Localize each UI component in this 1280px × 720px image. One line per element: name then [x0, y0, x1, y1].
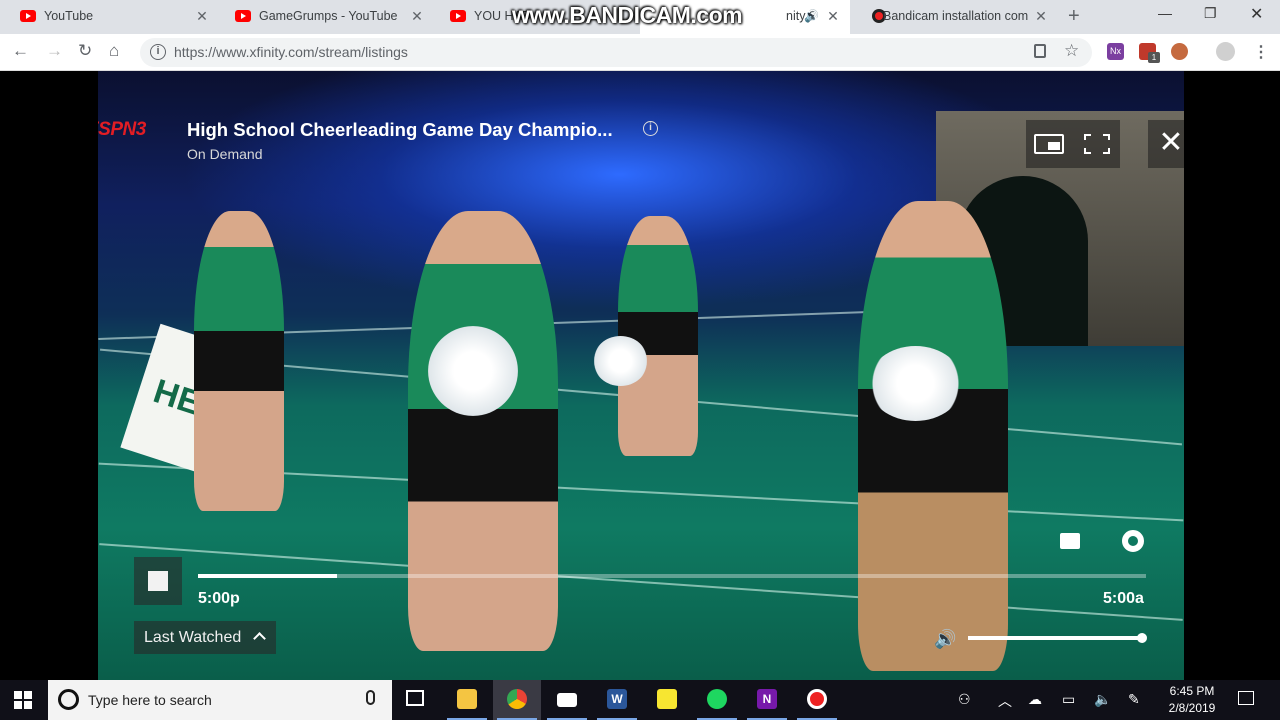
task-view-icon[interactable] — [406, 690, 424, 706]
seek-bar[interactable] — [198, 574, 1146, 578]
seek-progress — [198, 574, 338, 578]
tab-title: GameGrumps - YouTube — [259, 9, 398, 23]
windows-start-icon[interactable] — [14, 691, 32, 709]
taskbar-search-box[interactable]: Type here to search — [48, 680, 392, 720]
new-tab-button[interactable]: + — [1068, 5, 1080, 28]
microphone-icon[interactable] — [366, 690, 375, 705]
taskbar-word[interactable]: W — [593, 680, 641, 720]
extension-icon[interactable]: 1 — [1139, 43, 1160, 63]
close-icon[interactable]: ✕ — [409, 8, 425, 25]
chevron-up-icon — [253, 632, 266, 645]
youtube-icon — [20, 10, 36, 22]
volume-slider[interactable] — [968, 633, 1147, 643]
site-info-icon[interactable]: i — [150, 44, 166, 60]
address-bar[interactable]: i https://www.xfinity.com/stream/listing… — [140, 38, 1092, 67]
onedrive-cloud-icon[interactable]: ☁ — [1028, 691, 1042, 708]
minimize-button[interactable]: — — [1158, 5, 1172, 21]
blocked-popup-icon[interactable] — [1034, 44, 1046, 58]
mail-icon — [557, 693, 577, 707]
people-icon[interactable]: ⚇ — [958, 691, 971, 708]
folder-icon — [457, 689, 477, 709]
tab-bandicam[interactable]: Bandicam installation comp ✕ — [850, 0, 1060, 34]
tab-title: YouTube — [44, 9, 94, 23]
sticky-notes-icon — [657, 689, 677, 709]
volume-knob[interactable] — [1137, 633, 1147, 643]
cortana-icon — [58, 689, 79, 710]
info-icon[interactable]: i — [643, 121, 658, 136]
bandicam-watermark: www.BANDICAM.com — [512, 2, 743, 28]
video-title: High School Cheerleading Game Day Champi… — [187, 119, 613, 140]
chrome-icon — [507, 689, 527, 709]
browser-toolbar: ← → ↻ ⌂ i https://www.xfinity.com/stream… — [0, 34, 1280, 71]
onenote-icon: N — [757, 689, 777, 709]
field-line — [99, 543, 1183, 621]
close-icon[interactable]: ✕ — [1033, 8, 1049, 25]
stop-button[interactable] — [134, 557, 182, 605]
clock-time: 6:45 PM — [1169, 684, 1215, 698]
action-center-icon[interactable] — [1238, 691, 1254, 705]
cheerleader-figure — [858, 201, 1008, 671]
volume-icon[interactable]: 🔊 — [934, 629, 956, 650]
video-subtitle: On Demand — [187, 146, 263, 162]
word-icon: W — [607, 689, 627, 709]
nx-extension-icon[interactable]: Nx — [1107, 43, 1124, 60]
bandicam-record-icon — [807, 689, 827, 709]
back-button[interactable]: ← — [12, 41, 29, 61]
cheerleader-figure — [408, 211, 558, 651]
taskbar-onenote[interactable]: N — [743, 680, 791, 720]
close-player-button[interactable]: ✕ — [1148, 120, 1184, 168]
volume-tray-icon[interactable]: 🔈 — [1094, 691, 1111, 708]
chevron-up-tray-icon[interactable]: ︿ — [998, 691, 1012, 711]
cheerleader-figure — [194, 211, 284, 511]
taskbar-bandicam[interactable] — [793, 680, 841, 720]
window-close-button[interactable]: ✕ — [1250, 4, 1263, 24]
picture-in-picture-icon[interactable] — [1034, 134, 1064, 154]
taskbar-file-explorer[interactable] — [443, 680, 491, 720]
speaker-icon[interactable]: 🔊 — [804, 9, 819, 23]
battery-icon[interactable]: ▭ — [1062, 691, 1075, 708]
start-time: 5:00p — [198, 590, 240, 607]
player-window-controls — [1026, 120, 1120, 168]
espn3-logo: ESPN3 — [98, 119, 146, 140]
windows-taskbar: Type here to search W N ⚇ ︿ ☁ ▭ 🔈 ✎ 6:45… — [0, 680, 1280, 720]
restore-button[interactable]: ❐ — [1204, 5, 1217, 22]
taskbar-clock[interactable]: 6:45 PM 2/8/2019 — [1164, 683, 1220, 717]
pom-pom — [593, 336, 648, 386]
taskbar-mail[interactable] — [543, 680, 591, 720]
search-placeholder: Type here to search — [88, 692, 212, 708]
last-watched-label: Last Watched — [144, 629, 242, 646]
menu-icon[interactable]: ⋮ — [1253, 42, 1269, 62]
taskbar-sticky-notes[interactable] — [643, 680, 691, 720]
fullscreen-icon[interactable] — [1084, 134, 1110, 154]
pom-pom — [868, 346, 963, 421]
settings-gear-icon[interactable] — [1122, 530, 1144, 552]
end-time: 5:00a — [1103, 590, 1144, 607]
spotify-icon — [707, 689, 727, 709]
video-player[interactable]: HEY ESPN3 High School Cheerleading Game … — [98, 71, 1184, 680]
pom-pom — [428, 326, 518, 416]
cheerleader-figure — [618, 216, 698, 456]
bookmark-star-icon[interactable]: ☆ — [1064, 41, 1079, 61]
url-text: https://www.xfinity.com/stream/listings — [174, 44, 408, 60]
forward-button[interactable]: → — [46, 41, 63, 61]
profile-avatar[interactable] — [1216, 42, 1235, 61]
volume-level — [968, 636, 1142, 640]
tab-gamegrumps[interactable]: GameGrumps - YouTube ✕ — [215, 0, 430, 34]
close-icon[interactable]: ✕ — [194, 8, 210, 25]
clock-date: 2/8/2019 — [1168, 701, 1216, 715]
captions-icon[interactable] — [1060, 533, 1080, 549]
taskbar-spotify[interactable] — [693, 680, 741, 720]
extension-badge: 1 — [1148, 52, 1160, 63]
pen-icon[interactable]: ✎ — [1128, 691, 1140, 708]
youtube-icon — [235, 10, 251, 22]
tab-title: Bandicam installation comp — [883, 9, 1029, 23]
close-icon[interactable]: ✕ — [825, 8, 841, 25]
reload-button[interactable]: ↻ — [78, 41, 92, 61]
tab-youtube[interactable]: YouTube ✕ — [0, 0, 215, 34]
last-watched-button[interactable]: Last Watched — [134, 621, 276, 654]
avatar-extension-icon[interactable] — [1171, 43, 1188, 60]
youtube-icon — [450, 10, 466, 22]
taskbar-chrome[interactable] — [493, 680, 541, 720]
home-button[interactable]: ⌂ — [109, 41, 119, 61]
